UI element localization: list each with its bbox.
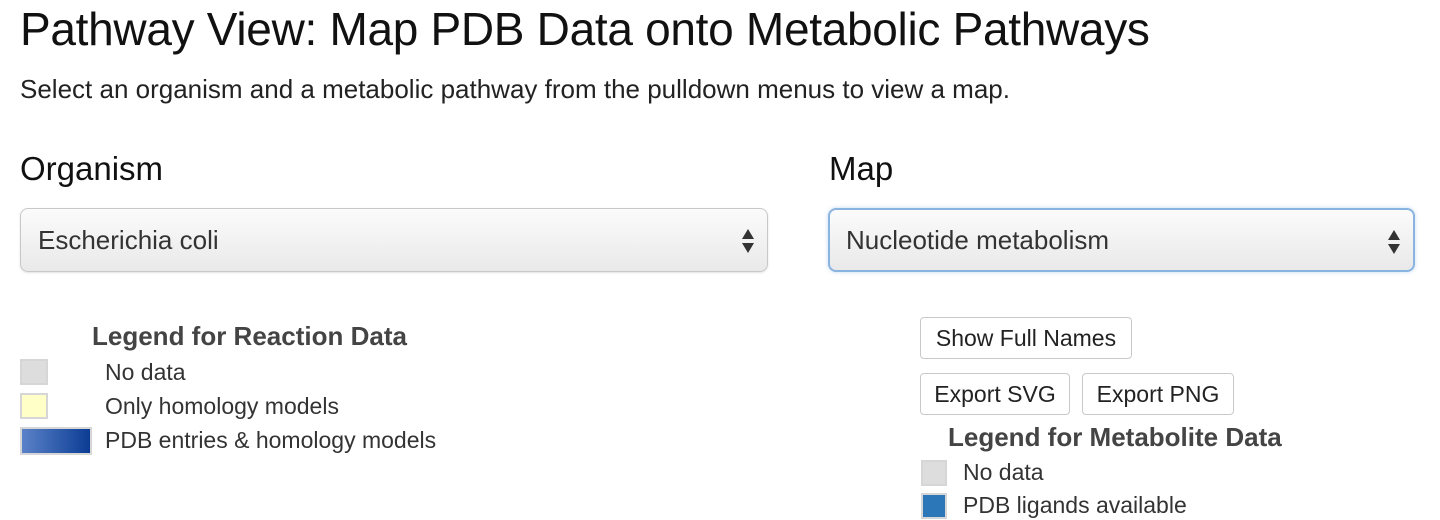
metabolite-legend-item-label: No data: [963, 459, 1044, 485]
updown-arrows-icon: [742, 229, 754, 253]
no-data-swatch: [921, 460, 947, 486]
export-svg-button[interactable]: Export SVG: [920, 373, 1070, 415]
map-label: Map: [829, 150, 894, 187]
page-title: Pathway View: Map PDB Data onto Metaboli…: [20, 3, 1150, 55]
reaction-legend-title: Legend for Reaction Data: [92, 321, 407, 351]
metabolite-legend-title: Legend for Metabolite Data: [948, 422, 1282, 452]
map-select[interactable]: Nucleotide metabolism: [828, 208, 1415, 272]
organism-select[interactable]: Escherichia coli: [20, 208, 768, 272]
reaction-legend-item-label: No data: [105, 359, 186, 385]
export-png-button[interactable]: Export PNG: [1082, 373, 1234, 415]
updown-arrows-icon: [1388, 230, 1400, 254]
organism-label: Organism: [20, 150, 164, 187]
reaction-legend-item-label: Only homology models: [105, 393, 339, 419]
pdb-ligands-swatch: [921, 493, 947, 519]
map-select-value: Nucleotide metabolism: [846, 225, 1110, 255]
page-subtitle: Select an organism and a metabolic pathw…: [20, 74, 1010, 104]
pdb-entries-gradient-swatch: [20, 427, 92, 455]
show-full-names-button[interactable]: Show Full Names: [920, 317, 1132, 359]
no-data-swatch: [20, 359, 48, 385]
metabolite-legend-item-label: PDB ligands available: [963, 492, 1187, 518]
organism-select-value: Escherichia coli: [38, 225, 219, 255]
homology-models-swatch: [20, 393, 48, 419]
reaction-legend-item-label: PDB entries & homology models: [105, 427, 437, 453]
